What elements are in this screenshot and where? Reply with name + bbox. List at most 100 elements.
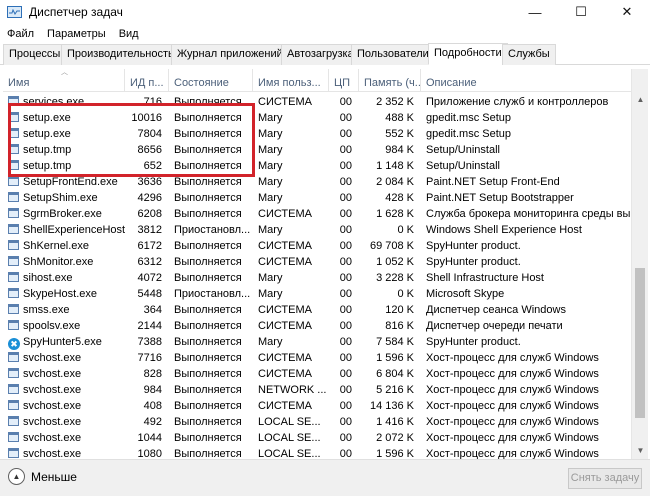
table-row[interactable]: SkypeHost.exe 5448 Приостановл... Mary 00 0 K… [3, 286, 631, 302]
table-row[interactable]: svchost.exe 408 Выполняется СИСТЕМА 00 14 136… [3, 398, 631, 414]
cell-pid: 1080 [137, 448, 162, 459]
column-header-description[interactable]: Описание [421, 69, 631, 92]
cell-pid: 10016 [131, 112, 162, 124]
process-name: SkypeHost.exe [23, 288, 97, 300]
table-row[interactable]: ✖ SpyHunter5.exe 7388 Выполняется Mary 00 7 58… [3, 334, 631, 350]
menu-file[interactable]: Файл [0, 28, 40, 40]
process-name: spoolsv.exe [23, 320, 81, 332]
table-row[interactable]: SgrmBroker.exe 6208 Выполняется СИСТЕМА 00 1 … [3, 206, 631, 222]
table-row[interactable]: setup.tmp 8656 Выполняется Mary 00 984 K Setup… [3, 142, 631, 158]
cell-user: LOCAL SE... [258, 432, 321, 444]
vertical-scrollbar[interactable]: ▲ ▼ [631, 69, 648, 459]
close-button[interactable]: ✕ [604, 0, 650, 24]
table-row[interactable]: ShMonitor.exe 6312 Выполняется СИСТЕМА 00 1 0… [3, 254, 631, 270]
tab-performance[interactable]: Производительность [61, 44, 180, 65]
menu-options[interactable]: Параметры [40, 28, 112, 40]
table-row[interactable]: services.exe 716 Выполняется СИСТЕМА 00 2 352… [3, 94, 631, 110]
process-name: svchost.exe [23, 368, 82, 380]
process-name: setup.tmp [23, 160, 72, 172]
table-row[interactable]: SetupFrontEnd.exe 3636 Выполняется Mary 00 2 … [3, 174, 631, 190]
table-row[interactable]: svchost.exe 828 Выполняется СИСТЕМА 00 6 804 … [3, 366, 631, 382]
column-header-name[interactable]: Имя [3, 69, 125, 92]
column-header-memory[interactable]: Память (ч... [359, 69, 421, 92]
process-name: svchost.exe [23, 352, 82, 364]
table-row[interactable]: svchost.exe 492 Выполняется LOCAL SE... 00 1 … [3, 414, 631, 430]
cell-description: Диспетчер очереди печати [426, 320, 563, 332]
process-icon [8, 208, 19, 218]
process-icon [8, 288, 19, 298]
maximize-button[interactable]: ☐ [558, 0, 604, 24]
cell-cpu: 00 [339, 240, 352, 252]
column-header-cpu[interactable]: ЦП [329, 69, 359, 92]
cell-memory: 5 216 K [376, 384, 414, 396]
cell-cpu: 00 [339, 112, 352, 124]
scroll-down-arrow-icon[interactable]: ▼ [632, 442, 649, 459]
table-row[interactable]: setup.tmp 652 Выполняется Mary 00 1 148 K Setu… [3, 158, 631, 174]
cell-memory: 1 148 K [376, 160, 414, 172]
process-details-table: ︿ Имя ИД п... Состояние Имя польз... ЦП … [3, 69, 631, 459]
process-name: svchost.exe [23, 448, 82, 459]
cell-description: Хост-процесс для служб Windows [426, 416, 599, 428]
process-icon [8, 192, 19, 202]
cell-user: СИСТЕМА [258, 368, 312, 380]
tab-details[interactable]: Подробности [428, 43, 508, 65]
table-row[interactable]: svchost.exe 7716 Выполняется СИСТЕМА 00 1 596… [3, 350, 631, 366]
column-header-status[interactable]: Состояние [169, 69, 253, 92]
process-icon [8, 144, 19, 154]
tab-users[interactable]: Пользователи [351, 44, 435, 65]
table-row[interactable]: svchost.exe 1080 Выполняется LOCAL SE... 00 1… [3, 446, 631, 459]
tab-processes[interactable]: Процессы [3, 44, 67, 65]
process-name: smss.exe [23, 304, 70, 316]
table-row[interactable]: svchost.exe 1044 Выполняется LOCAL SE... 00 2… [3, 430, 631, 446]
cell-memory: 1 416 K [376, 416, 414, 428]
process-name: SpyHunter5.exe [23, 336, 102, 348]
process-icon [8, 160, 19, 170]
tab-app-history[interactable]: Журнал приложений [171, 44, 289, 65]
process-icon [8, 96, 19, 106]
cell-pid: 2144 [137, 320, 162, 332]
table-row[interactable]: sihost.exe 4072 Выполняется Mary 00 3 228 K Sh… [3, 270, 631, 286]
cell-pid: 7388 [137, 336, 162, 348]
cell-cpu: 00 [339, 176, 352, 188]
cell-status: Выполняется [174, 192, 242, 204]
table-row[interactable]: smss.exe 364 Выполняется СИСТЕМА 00 120 K Дисп… [3, 302, 631, 318]
tab-bar: Процессы Производительность Журнал прило… [0, 43, 650, 65]
process-name: services.exe [23, 96, 85, 108]
table-row[interactable]: setup.exe 10016 Выполняется Mary 00 488 K gped… [3, 110, 631, 126]
cell-memory: 428 K [385, 192, 414, 204]
table-row[interactable]: ShellExperienceHost... 3812 Приостановл...… [3, 222, 631, 238]
process-name: ShellExperienceHost... [23, 224, 125, 236]
scroll-up-arrow-icon[interactable]: ▲ [632, 91, 649, 108]
table-row[interactable]: svchost.exe 984 Выполняется NETWORK ... 00 5 … [3, 382, 631, 398]
table-row[interactable]: setup.exe 7804 Выполняется Mary 00 552 K gpedi… [3, 126, 631, 142]
end-task-button[interactable]: Снять задачу [568, 468, 642, 489]
cell-cpu: 00 [339, 304, 352, 316]
table-row[interactable]: SetupShim.exe 4296 Выполняется Mary 00 428 K P… [3, 190, 631, 206]
tab-startup[interactable]: Автозагрузка [281, 44, 360, 65]
cell-cpu: 00 [339, 224, 352, 236]
cell-name: svchost.exe [3, 446, 125, 459]
cell-memory: 1 596 K [376, 352, 414, 364]
process-name: setup.exe [23, 112, 71, 124]
column-header-user[interactable]: Имя польз... [253, 69, 329, 92]
cell-description: Служба брокера мониторинга среды вы [426, 208, 631, 220]
fewer-details-button[interactable]: ▲ Меньше [8, 468, 77, 485]
cell-name: ✖ SpyHunter5.exe [3, 334, 125, 350]
table-row[interactable]: ShKernel.exe 6172 Выполняется СИСТЕМА 00 69 7… [3, 238, 631, 254]
cell-status: Выполняется [174, 208, 242, 220]
scrollbar-thumb[interactable] [635, 268, 645, 418]
cell-name: ShKernel.exe [3, 238, 125, 254]
cell-pid: 828 [143, 368, 162, 380]
column-header-pid[interactable]: ИД п... [125, 69, 169, 92]
cell-description: gpedit.msc Setup [426, 128, 511, 140]
process-icon [8, 304, 19, 314]
cell-cpu: 00 [339, 416, 352, 428]
cell-name: svchost.exe [3, 350, 125, 366]
tab-services[interactable]: Службы [502, 44, 556, 65]
table-row[interactable]: spoolsv.exe 2144 Выполняется СИСТЕМА 00 816 K… [3, 318, 631, 334]
menu-view[interactable]: Вид [112, 28, 145, 40]
cell-memory: 1 052 K [376, 256, 414, 268]
minimize-button[interactable]: — [512, 0, 558, 24]
cell-status: Выполняется [174, 368, 242, 380]
cell-status: Приостановл... [174, 288, 251, 300]
